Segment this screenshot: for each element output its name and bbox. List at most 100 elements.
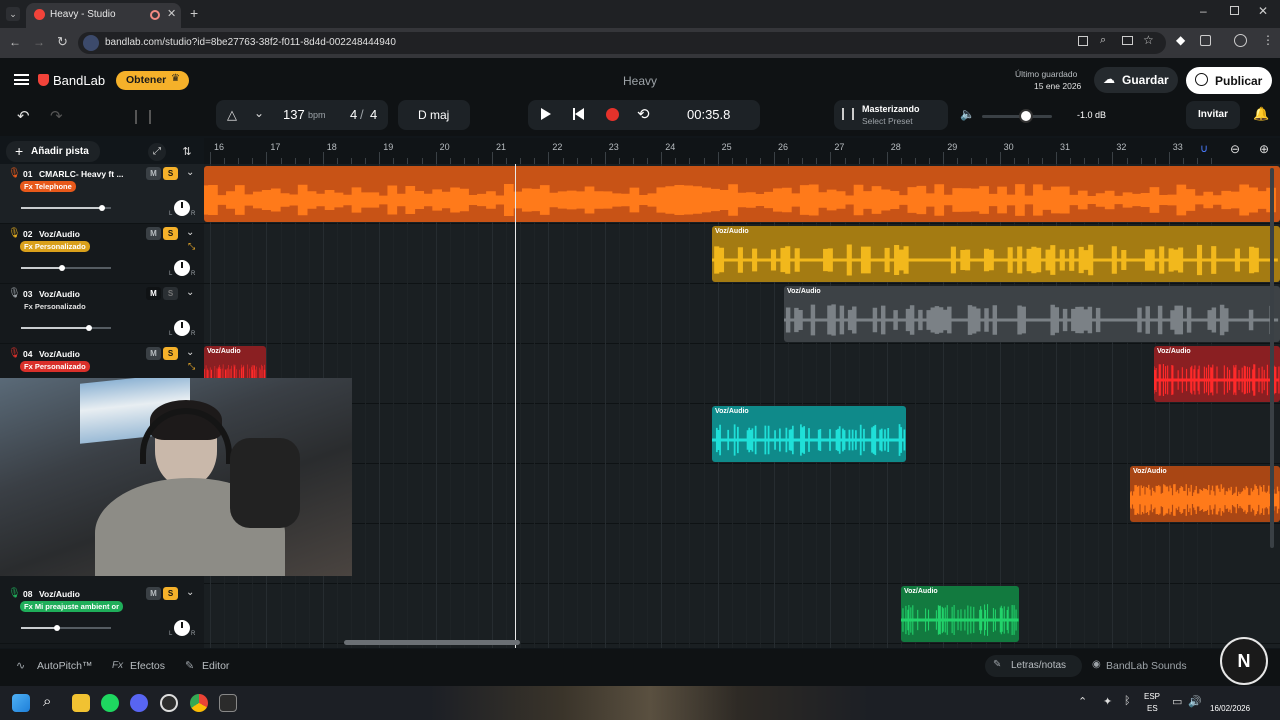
mute-button[interactable]: M <box>146 167 161 180</box>
undo-icon[interactable]: ↶ <box>17 107 30 125</box>
mute-button[interactable]: M <box>146 287 161 300</box>
audio-clip[interactable]: Voz/Audio <box>784 286 1280 342</box>
spotify-icon[interactable] <box>101 694 119 712</box>
track-fx-badge[interactable]: Fx Personalizado <box>20 241 90 252</box>
track-volume-thumb[interactable] <box>99 205 105 211</box>
track-volume-slider[interactable] <box>21 265 111 271</box>
automation-icon[interactable]: ⤢ <box>148 143 166 161</box>
master-volume-thumb[interactable] <box>1019 109 1033 123</box>
track-options-chevron-icon[interactable]: ⌄ <box>186 287 194 298</box>
track-volume-slider[interactable] <box>21 325 111 331</box>
extensions-puzzle-icon[interactable] <box>1200 35 1211 46</box>
track-fx-badge[interactable]: Fx Telephone <box>20 181 76 192</box>
search-icon[interactable]: ⌕ <box>43 693 51 710</box>
solo-button[interactable]: S <box>163 227 178 240</box>
bpm-value[interactable]: 137 <box>283 107 305 122</box>
windows-start-icon[interactable] <box>12 694 30 712</box>
collapse-tracks-icon[interactable]: ⇅ <box>178 143 196 161</box>
audio-clip[interactable]: Voz/Audio <box>1154 346 1280 402</box>
track-fx-badge[interactable]: Fx Personalizado <box>20 301 90 312</box>
chrome-icon[interactable] <box>190 694 208 712</box>
record-icon[interactable] <box>606 108 619 121</box>
track-volume-thumb[interactable] <box>58 265 65 271</box>
speaker-icon[interactable]: 🔈 <box>960 107 975 121</box>
tray-chevron-icon[interactable]: ⌃ <box>1078 695 1087 708</box>
track-header[interactable]: 🎙 02 Voz/Audio Fx Personalizado M S ⌄ L … <box>0 224 204 284</box>
timeline-ruler[interactable]: 16 17 18 19 20 21 22 23 24 25 26 27 28 29 30 31 32 33 <box>204 138 1280 164</box>
save-button[interactable]: ☁ Guardar <box>1094 67 1178 93</box>
track-volume-slider[interactable] <box>21 625 111 631</box>
browser-tab[interactable]: Heavy - Studio ✕ <box>26 3 181 28</box>
reader-mode-icon[interactable] <box>1078 36 1088 46</box>
mute-button[interactable]: M <box>146 347 161 360</box>
network-icon[interactable]: ▭ <box>1172 695 1182 708</box>
obs-icon[interactable] <box>160 694 178 712</box>
automation-link-icon[interactable]: ⤡ <box>188 241 195 252</box>
metronome-icon[interactable]: △ <box>227 107 237 123</box>
track-header[interactable]: 🎙 03 Voz/Audio Fx Personalizado M S ⌄ L … <box>0 284 204 344</box>
discord-icon[interactable] <box>130 694 148 712</box>
solo-button[interactable]: S <box>163 587 178 600</box>
back-icon[interactable]: ← <box>9 35 21 49</box>
track-options-chevron-icon[interactable]: ⌄ <box>186 587 194 598</box>
horizontal-scrollbar[interactable] <box>344 640 520 645</box>
bookmark-star-icon[interactable]: ☆ <box>1143 33 1154 47</box>
solo-button[interactable]: S <box>163 347 178 360</box>
track-volume-thumb[interactable] <box>54 625 60 631</box>
browser-menu-icon[interactable]: ⋮ <box>1262 33 1274 47</box>
terminal-icon[interactable] <box>219 694 237 712</box>
vertical-scrollbar[interactable] <box>1270 168 1274 548</box>
notifications-icon[interactable]: 🔔 <box>1253 106 1269 122</box>
redo-icon[interactable]: ↷ <box>50 107 63 125</box>
file-explorer-icon[interactable] <box>72 694 90 712</box>
playhead[interactable] <box>515 164 516 648</box>
arrangement-area[interactable]: Voz/Audio Voz/Audio Voz/Audio Voz/Audio Voz/… <box>204 164 1280 648</box>
publish-button[interactable]: Publicar <box>1186 67 1272 94</box>
tab-search-icon[interactable]: ⌄ <box>6 7 20 21</box>
tab-close-icon[interactable]: ✕ <box>167 7 176 20</box>
tray-bluetooth-icon[interactable]: ᛒ <box>1124 695 1131 707</box>
pan-knob[interactable] <box>174 320 190 336</box>
meter-numerator[interactable]: 4 <box>350 107 357 122</box>
mixer-icon[interactable] <box>135 110 151 124</box>
reload-icon[interactable]: ↻ <box>57 34 68 50</box>
snap-magnet-icon[interactable]: ∪ <box>1200 142 1208 155</box>
track-header[interactable]: 🎙 08 Voz/Audio Fx Mi preajuste ambient o… <box>0 584 204 644</box>
mute-button[interactable]: M <box>146 227 161 240</box>
extension-icon[interactable]: ◆ <box>1176 33 1185 47</box>
track-name[interactable]: Voz/Audio <box>39 349 80 359</box>
site-info-icon[interactable] <box>83 35 99 51</box>
hamburger-menu-icon[interactable] <box>14 74 29 85</box>
loop-icon[interactable]: ⟲ <box>637 105 650 123</box>
volume-tray-icon[interactable]: 🔊 <box>1188 695 1202 708</box>
audio-clip[interactable]: Voz/Audio <box>712 226 1280 282</box>
track-fx-badge[interactable]: Fx Mi preajuste ambient or <box>20 601 124 612</box>
obtener-button[interactable]: Obtener ♛ <box>116 71 189 90</box>
audio-clip[interactable]: Voz/Audio <box>1130 466 1280 522</box>
address-bar[interactable]: bandlab.com/studio?id=8be27763-38f2-f011… <box>78 32 1166 54</box>
track-name[interactable]: Voz/Audio <box>39 229 80 239</box>
track-header[interactable]: 🎙 01 CMARLC- Heavy ft ... Fx Telephone M… <box>0 164 204 224</box>
play-icon[interactable] <box>541 108 551 120</box>
pan-knob[interactable] <box>174 260 190 276</box>
track-options-chevron-icon[interactable]: ⌄ <box>186 167 194 178</box>
automation-link-icon[interactable]: ⤡ <box>188 361 195 372</box>
zoom-out-icon[interactable]: ⊖ <box>1230 142 1240 156</box>
track-volume-slider[interactable] <box>21 205 111 211</box>
restore-icon[interactable] <box>1230 6 1239 15</box>
audio-clip[interactable]: Voz/Audio <box>901 586 1019 642</box>
key-selector[interactable]: D maj <box>398 100 470 130</box>
forward-icon[interactable]: → <box>33 35 45 49</box>
track-name[interactable]: Voz/Audio <box>39 589 80 599</box>
add-track-button[interactable]: + Añadir pista <box>6 141 100 162</box>
zoom-icon[interactable]: ⌕ <box>1100 34 1106 47</box>
bandlab-sounds-button[interactable]: ◉ BandLab Sounds <box>1090 655 1195 677</box>
minimize-icon[interactable]: – <box>1200 4 1207 18</box>
audio-clip[interactable] <box>204 166 1280 222</box>
project-title[interactable]: Heavy <box>623 74 657 88</box>
profile-icon[interactable] <box>1234 34 1247 47</box>
new-tab-icon[interactable]: + <box>190 5 198 21</box>
close-window-icon[interactable]: ✕ <box>1258 4 1268 18</box>
cast-icon[interactable] <box>1122 36 1133 45</box>
track-name[interactable]: Voz/Audio <box>39 289 80 299</box>
